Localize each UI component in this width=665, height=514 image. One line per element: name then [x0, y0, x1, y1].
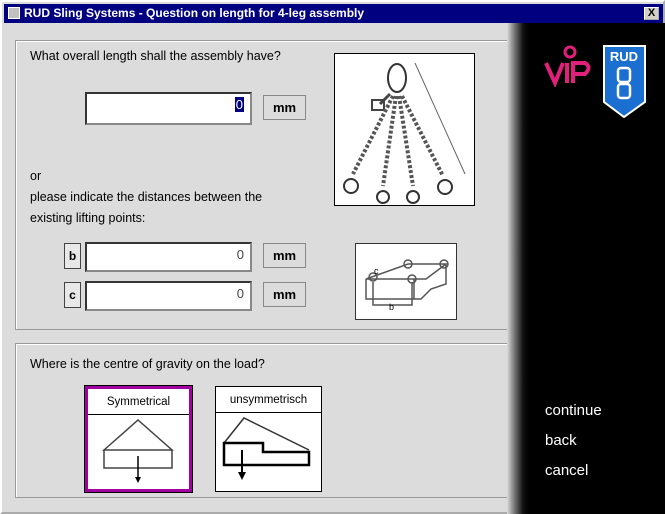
app-icon: [8, 7, 20, 19]
continue-button[interactable]: continue: [545, 402, 602, 419]
close-button[interactable]: X: [644, 7, 659, 20]
c-label: c: [64, 282, 81, 308]
distances-prompt-2: existing lifting points:: [30, 211, 146, 225]
back-button[interactable]: back: [545, 432, 577, 449]
symmetrical-load-icon: [102, 418, 174, 483]
symmetrical-option[interactable]: Symmetrical: [84, 385, 193, 493]
c-unit: mm: [263, 282, 306, 307]
lifting-points-image: c b: [355, 243, 457, 320]
overall-length-input[interactable]: 0: [85, 92, 252, 125]
b-unit: mm: [263, 243, 306, 268]
unsymmetrical-label: unsymmetrisch: [216, 387, 321, 413]
window-title: RUD Sling Systems - Question on length f…: [24, 6, 365, 20]
unsymmetrical-option[interactable]: unsymmetrisch: [215, 386, 322, 492]
distance-c-input[interactable]: 0: [85, 281, 252, 311]
dialog-window: RUD Sling Systems - Question on length f…: [0, 0, 665, 514]
distance-b-input[interactable]: 0: [85, 242, 252, 272]
rud-logo: RUD: [603, 45, 646, 119]
vip-logo: [544, 45, 591, 87]
brand-sidebar: RUD: [507, 23, 665, 514]
length-question: What overall length shall the assembly h…: [30, 49, 281, 63]
length-unit: mm: [263, 95, 306, 120]
svg-text:c: c: [374, 266, 379, 276]
gravity-question: Where is the centre of gravity on the lo…: [30, 357, 265, 371]
b-label: b: [64, 243, 81, 269]
title-bar: RUD Sling Systems - Question on length f…: [4, 4, 663, 23]
length-value: 0: [234, 97, 244, 112]
unsymmetrical-load-icon: [222, 417, 311, 480]
gravity-panel: Where is the centre of gravity on the lo…: [15, 343, 508, 498]
symmetrical-label: Symmetrical: [88, 389, 189, 415]
svg-text:b: b: [389, 302, 394, 312]
cancel-button[interactable]: cancel: [545, 462, 588, 479]
length-panel: What overall length shall the assembly h…: [15, 40, 508, 330]
or-label: or: [30, 169, 42, 183]
svg-text:RUD: RUD: [610, 49, 638, 64]
distances-prompt-1: please indicate the distances between th…: [30, 190, 263, 204]
four-leg-sling-image: [334, 53, 475, 206]
